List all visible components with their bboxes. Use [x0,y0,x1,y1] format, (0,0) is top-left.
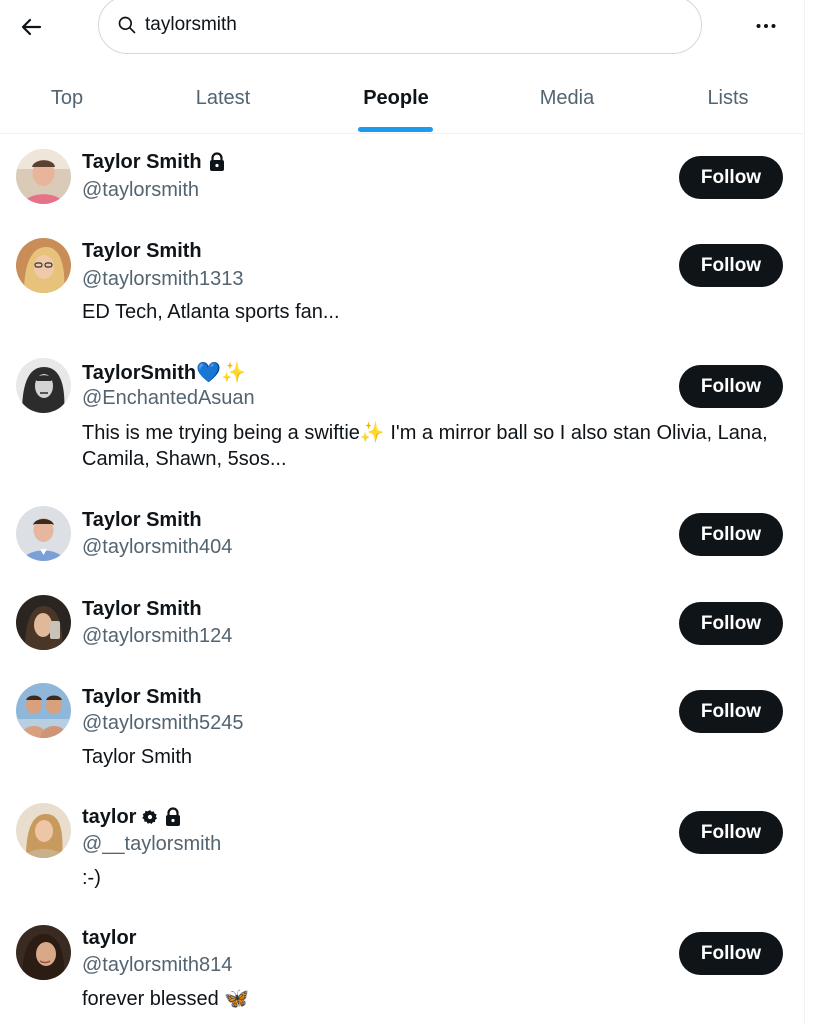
tab-top[interactable]: Top [22,62,112,134]
user-name-line: Taylor Smith [82,148,226,176]
user-display-name: Taylor Smith [82,685,202,708]
user-bio: :-) [82,867,101,889]
user-cell[interactable]: Taylor Smith @taylorsmith124 Follow [0,579,805,667]
search-icon [118,16,136,34]
search-input[interactable] [145,14,665,36]
user-handle: @taylorsmith404 [82,536,233,558]
user-handle: @__taylorsmith [82,833,222,855]
avatar[interactable] [16,683,71,738]
user-handle: @taylorsmith124 [82,625,233,647]
more-horizontal-icon [756,24,776,28]
user-cell[interactable]: TaylorSmith💙✨ @EnchantedAsuan This is me… [0,342,805,490]
follow-button[interactable]: Follow [679,811,783,854]
follow-button[interactable]: Follow [679,602,783,645]
follow-button[interactable]: Follow [679,365,783,408]
back-button[interactable] [12,8,50,46]
tab-latest[interactable]: Latest [178,62,268,134]
user-handle: @EnchantedAsuan [82,387,255,409]
user-handle: @taylorsmith1313 [82,268,244,290]
lock-icon [208,152,226,172]
follow-button[interactable]: Follow [679,156,783,199]
user-display-name: Taylor Smith [82,150,202,173]
user-cell[interactable]: taylor @taylorsmith814 forever blessed 🦋… [0,907,805,1024]
user-bio: Taylor Smith [82,746,193,768]
arrow-left-icon [21,18,42,36]
follow-button[interactable]: Follow [679,244,783,287]
follow-button[interactable]: Follow [679,513,783,556]
user-display-name: Taylor Smith [82,239,202,262]
user-cell[interactable]: Taylor Smith @taylorsmith404 Follow [0,490,805,579]
lock-icon [164,807,182,827]
user-bio: This is me trying being a swiftie✨ I'm a… [82,422,768,470]
active-tab-indicator [358,127,433,132]
tab-lists[interactable]: Lists [682,62,774,134]
tab-media[interactable]: Media [522,62,612,134]
user-display-name: TaylorSmith💙✨ [82,361,246,384]
avatar[interactable] [16,238,71,293]
more-options-button[interactable] [746,6,786,46]
avatar[interactable] [16,595,71,650]
follow-button[interactable]: Follow [679,932,783,975]
user-handle: @taylorsmith5245 [82,712,244,734]
search-results-column: Top Latest People Media Lists Taylor Smi… [0,0,805,1024]
search-bar[interactable] [98,0,702,54]
avatar[interactable] [16,925,71,980]
tab-people[interactable]: People [350,62,442,134]
user-handle: @taylorsmith814 [82,954,233,976]
user-cell[interactable]: Taylor Smith @taylorsmith1313 ED Tech, A… [0,222,805,342]
search-tabs: Top Latest People Media Lists [0,62,805,134]
gear-badge-icon [142,809,158,825]
user-display-name: Taylor Smith [82,597,202,620]
avatar[interactable] [16,149,71,204]
user-display-name: taylor [82,805,137,828]
user-cell[interactable]: Taylor Smith @taylorsmith Follow [0,134,805,222]
avatar[interactable] [16,803,71,858]
user-cell[interactable]: Taylor Smith @taylorsmith5245 Taylor Smi… [0,667,805,787]
user-bio: forever blessed 🦋 [82,988,250,1010]
follow-button[interactable]: Follow [679,690,783,733]
user-display-name: taylor [82,926,137,949]
user-name-line: taylor [82,803,182,831]
avatar[interactable] [16,506,71,561]
user-handle: @taylorsmith [82,179,199,201]
user-display-name: Taylor Smith [82,508,202,531]
user-bio: ED Tech, Atlanta sports fan... [82,301,340,323]
avatar[interactable] [16,358,71,413]
user-cell[interactable]: taylor @__taylorsmith :-) Follow [0,787,805,907]
